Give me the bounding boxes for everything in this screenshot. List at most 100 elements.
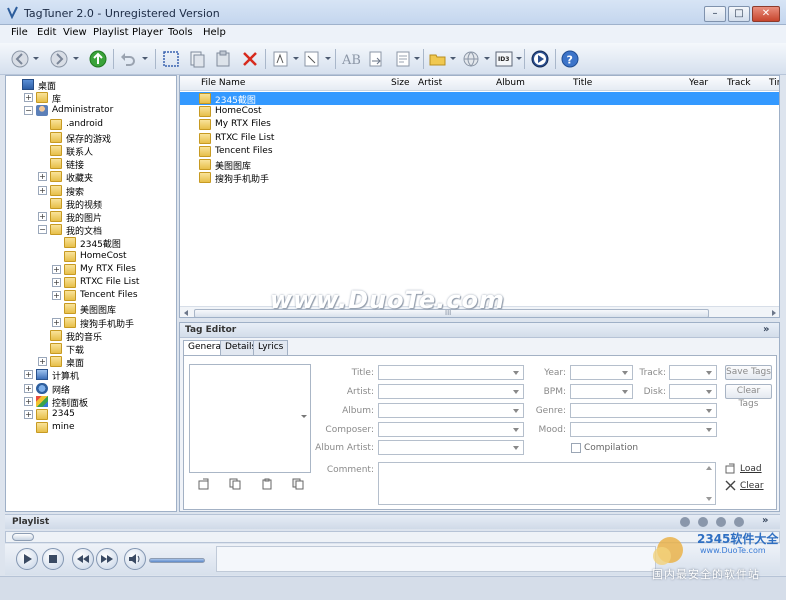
tree-node[interactable]: + 桌面: [6, 355, 176, 369]
rename-folder-icon[interactable]: [302, 49, 322, 69]
tag-from-filename-icon[interactable]: [366, 49, 386, 69]
expand-icon[interactable]: +: [52, 278, 61, 287]
playlist-add-icon[interactable]: [680, 517, 690, 527]
folder-dropdown-icon[interactable]: [450, 57, 456, 60]
tree-node[interactable]: + 搜狗手机助手: [6, 316, 176, 330]
album-artwork[interactable]: [189, 364, 311, 473]
disk-field[interactable]: [669, 384, 717, 399]
tree-node[interactable]: + 计算机: [6, 368, 176, 382]
collapse-icon[interactable]: −: [38, 225, 47, 235]
artist-field[interactable]: [378, 384, 524, 399]
load-comment-link[interactable]: Load: [740, 464, 762, 474]
composer-field[interactable]: [378, 422, 524, 437]
undo-dropdown-icon[interactable]: [142, 57, 148, 60]
rename-dropdown-icon[interactable]: [293, 57, 299, 60]
tree-node[interactable]: + 网络: [6, 382, 176, 396]
column-file-name[interactable]: File Name: [201, 78, 245, 88]
file-row[interactable]: 2345截图: [180, 92, 779, 106]
text-file-dropdown-icon[interactable]: [414, 57, 420, 60]
column-title[interactable]: Title: [573, 78, 592, 88]
play-circle-icon[interactable]: [530, 49, 550, 69]
text-file-icon[interactable]: [393, 49, 413, 69]
album-artist-field[interactable]: [378, 440, 524, 455]
expand-icon[interactable]: +: [52, 264, 61, 274]
tree-node[interactable]: .android: [6, 118, 176, 131]
file-row[interactable]: My RTX Files: [180, 118, 779, 131]
tree-node[interactable]: 桌面: [6, 78, 176, 92]
close-button[interactable]: ✕: [752, 6, 780, 22]
rename-folder-dropdown-icon[interactable]: [325, 57, 331, 60]
web-lookup-dropdown-icon[interactable]: [484, 57, 490, 60]
seek-thumb[interactable]: [12, 533, 34, 541]
back-dropdown-icon[interactable]: [33, 57, 39, 60]
next-button[interactable]: [96, 548, 118, 570]
expand-icon[interactable]: +: [52, 291, 61, 301]
file-list[interactable]: File Name Size Artist Album Title Year T…: [179, 75, 780, 318]
copy-tags-icon[interactable]: [187, 49, 207, 69]
column-artist[interactable]: Artist: [418, 78, 442, 88]
paste-artwork-icon[interactable]: [261, 478, 273, 490]
forward-dropdown-icon[interactable]: [73, 57, 79, 60]
tree-node[interactable]: − 我的文档: [6, 223, 176, 237]
save-tags-button[interactable]: Save Tags: [725, 365, 772, 380]
mood-field[interactable]: [570, 422, 717, 437]
file-row[interactable]: 搜狗手机助手: [180, 171, 779, 185]
title-field[interactable]: [378, 365, 524, 380]
file-row[interactable]: HomeCost: [180, 105, 779, 118]
folder-tree[interactable]: 桌面 + 库 − Administrator .android 保存的游戏 联系人 链接 + 收藏夹…: [5, 75, 177, 512]
comment-scroll-down-icon[interactable]: [706, 497, 712, 501]
bpm-field[interactable]: [570, 384, 633, 399]
playlist-remove-icon[interactable]: [698, 517, 708, 527]
expand-icon[interactable]: +: [38, 212, 47, 221]
tree-node[interactable]: + Tencent Files: [6, 289, 176, 302]
help-icon[interactable]: ?: [560, 49, 580, 69]
rename-icon[interactable]: [271, 49, 291, 69]
tree-node[interactable]: 链接: [6, 157, 176, 171]
expand-icon[interactable]: +: [38, 185, 47, 195]
column-track[interactable]: Track: [727, 78, 751, 88]
id3-icon[interactable]: ID3: [494, 49, 514, 69]
tree-node[interactable]: 我的视频: [6, 197, 176, 211]
expand-icon[interactable]: +: [24, 370, 33, 380]
tree-node[interactable]: 我的音乐: [6, 329, 176, 343]
tab-lyrics[interactable]: Lyrics: [253, 340, 289, 355]
collapse-tag-editor-icon[interactable]: »: [763, 324, 769, 335]
expand-icon[interactable]: +: [52, 317, 61, 327]
refresh-up-icon[interactable]: [88, 49, 108, 69]
menu-edit[interactable]: Edit: [37, 27, 56, 38]
id3-dropdown-icon[interactable]: [516, 57, 522, 60]
forward-icon[interactable]: [49, 49, 69, 69]
file-row[interactable]: 美图图库: [180, 158, 779, 172]
menu-view[interactable]: View: [63, 27, 87, 38]
back-icon[interactable]: [10, 49, 30, 69]
collapse-icon[interactable]: −: [24, 106, 33, 116]
folder-open-icon[interactable]: [428, 49, 448, 69]
expand-icon[interactable]: +: [38, 357, 47, 367]
playlist-clear-icon[interactable]: [716, 517, 726, 527]
tree-node[interactable]: 美图图库: [6, 302, 176, 316]
clear-tags-button[interactable]: Clear Tags: [725, 384, 772, 409]
tree-node[interactable]: + RTXC File List: [6, 276, 176, 289]
tree-node[interactable]: 2345截图: [6, 236, 176, 250]
expand-icon[interactable]: +: [24, 93, 33, 103]
expand-icon[interactable]: +: [24, 396, 33, 406]
volume-slider[interactable]: [149, 558, 205, 563]
tree-node[interactable]: − Administrator: [6, 104, 176, 117]
clear-comment-link[interactable]: Clear: [740, 481, 764, 491]
menu-file[interactable]: File: [11, 27, 28, 38]
playlist-save-icon[interactable]: [734, 517, 744, 527]
tree-node[interactable]: + 控制面板: [6, 395, 176, 409]
tree-node[interactable]: HomeCost: [6, 250, 176, 263]
menu-player[interactable]: Player: [132, 27, 163, 38]
load-comment-icon[interactable]: [725, 463, 736, 474]
tree-node[interactable]: 下载: [6, 342, 176, 356]
genre-field[interactable]: [570, 403, 717, 418]
album-field[interactable]: [378, 403, 524, 418]
delete-icon[interactable]: [240, 49, 260, 69]
paste-tags-icon[interactable]: [213, 49, 233, 69]
track-field[interactable]: [669, 365, 717, 380]
column-year[interactable]: Year: [689, 78, 708, 88]
tree-node[interactable]: 联系人: [6, 144, 176, 158]
column-time[interactable]: Tim: [769, 78, 779, 88]
stop-button[interactable]: [42, 548, 64, 570]
